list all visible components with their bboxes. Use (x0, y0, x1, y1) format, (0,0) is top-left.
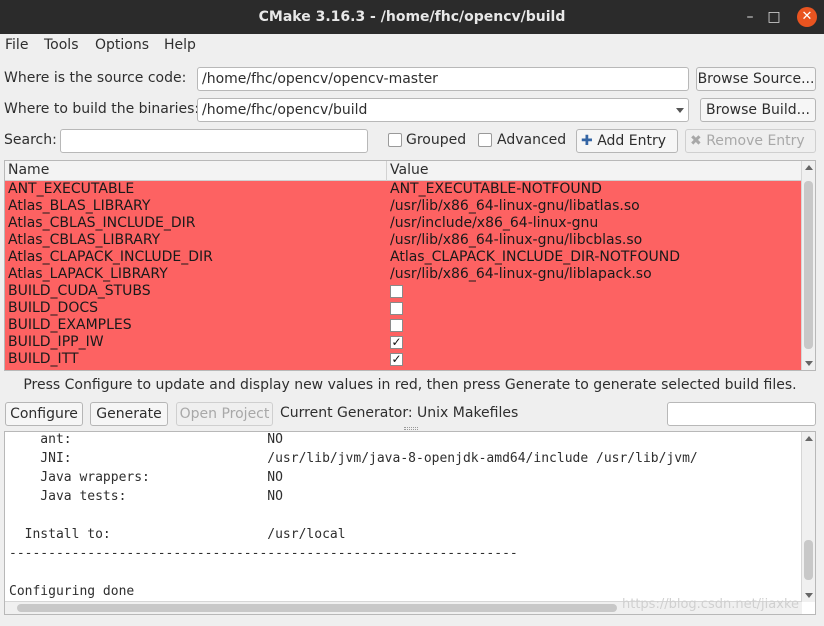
table-scrollbar[interactable] (801, 161, 815, 370)
hscroll-thumb[interactable] (17, 604, 617, 612)
search-label: Search: (4, 132, 57, 148)
advanced-checkbox[interactable] (478, 133, 492, 147)
table-body: ANT_EXECUTABLE ANT_EXECUTABLE-NOTFOUND At… (5, 181, 802, 370)
advanced-label: Advanced (497, 132, 567, 148)
generate-button[interactable]: Generate (90, 402, 168, 426)
maximize-icon[interactable]: □ (764, 7, 784, 27)
remove-icon: ✖ (690, 133, 702, 149)
source-path-input[interactable]: /home/fhc/opencv/opencv-master (197, 67, 689, 91)
scroll-thumb[interactable] (804, 181, 813, 349)
output-vscrollbar[interactable] (801, 432, 815, 602)
table-row[interactable]: BUILD_CUDA_STUBS (5, 283, 802, 300)
add-entry-label: Add Entry (597, 133, 666, 149)
menu-tools[interactable]: Tools (44, 37, 79, 53)
minimize-icon[interactable]: – (740, 7, 760, 27)
window-title: CMake 3.16.3 - /home/fhc/opencv/build (258, 9, 566, 25)
entry-name: BUILD_ITT (8, 351, 79, 367)
current-generator-label: Current Generator: Unix Makefiles (280, 405, 519, 421)
search-input[interactable] (60, 129, 368, 153)
entry-name: Atlas_CBLAS_LIBRARY (8, 232, 161, 248)
menu-file[interactable]: File (5, 37, 28, 53)
column-divider[interactable] (386, 161, 387, 181)
title-bar: CMake 3.16.3 - /home/fhc/opencv/build – … (0, 0, 824, 34)
log-line: JNI: /usr/lib/jvm/java-8-openjdk-amd64/i… (9, 451, 698, 466)
grouped-checkbox[interactable] (388, 133, 402, 147)
entry-name: BUILD_CUDA_STUBS (8, 283, 151, 299)
browse-build-button[interactable]: Browse Build... (700, 98, 816, 122)
entry-name: ANT_EXECUTABLE (8, 181, 135, 197)
scroll-down-icon[interactable] (805, 593, 813, 598)
entry-name: BUILD_DOCS (8, 300, 99, 316)
entry-value[interactable]: ANT_EXECUTABLE-NOTFOUND (390, 181, 602, 198)
table-row[interactable]: Atlas_LAPACK_LIBRARY/usr/lib/x86_64-linu… (5, 266, 802, 283)
column-header-name[interactable]: Name (8, 162, 49, 178)
table-header: Name Value (5, 161, 802, 181)
entry-name: BUILD_IPP_IW (8, 334, 104, 350)
grouped-label: Grouped (406, 132, 467, 148)
scroll-thumb[interactable] (804, 540, 813, 580)
remove-entry-button[interactable]: ✖ Remove Entry (685, 129, 816, 153)
entry-name: BUILD_EXAMPLES (8, 317, 132, 333)
open-project-button[interactable]: Open Project (176, 402, 273, 426)
build-label: Where to build the binaries: (4, 101, 200, 117)
build-path-value: /home/fhc/opencv/build (202, 102, 368, 118)
table-row[interactable]: Atlas_CLAPACK_INCLUDE_DIR Atlas_CLAPACK_I… (5, 249, 802, 266)
entry-checkbox[interactable] (390, 319, 403, 332)
log-line: ant: NO (9, 432, 283, 447)
scroll-down-icon[interactable] (805, 361, 813, 366)
output-log[interactable]: ant: NO JNI: /usr/lib/jvm/java-8-openjdk… (4, 431, 816, 615)
table-row[interactable]: Atlas_CBLAS_LIBRARY/usr/lib/x86_64-linux… (5, 232, 802, 249)
table-row[interactable]: BUILD_ITT ✓ (5, 351, 802, 368)
menu-bar: File Tools Options Help (0, 34, 824, 58)
source-label: Where is the source code: (4, 70, 187, 86)
entry-name: Atlas_BLAS_LIBRARY (8, 198, 151, 214)
log-line: ----------------------------------------… (9, 546, 518, 561)
entry-checkbox[interactable] (390, 285, 403, 298)
build-path-combo[interactable]: /home/fhc/opencv/build (197, 98, 689, 122)
watermark-text: https://blog.csdn.net/jiaxke (622, 597, 800, 612)
scroll-up-icon[interactable] (805, 165, 813, 170)
log-line: Java tests: NO (9, 489, 283, 504)
table-row[interactable]: Atlas_CBLAS_INCLUDE_DIR/usr/include/x86_… (5, 215, 802, 232)
entry-value[interactable]: /usr/lib/x86_64-linux-gnu/liblapack.so (390, 266, 652, 283)
configure-hint: Press Configure to update and display ne… (23, 377, 797, 393)
close-icon[interactable]: ✕ (797, 7, 817, 27)
output-search-input[interactable] (667, 402, 816, 426)
entry-checkbox[interactable]: ✓ (390, 336, 403, 349)
log-line: Configuring done (9, 584, 135, 599)
scroll-up-icon[interactable] (805, 436, 813, 441)
log-line: Java wrappers: NO (9, 470, 283, 485)
log-line: Install to: /usr/local (9, 527, 346, 542)
remove-entry-label: Remove Entry (706, 133, 805, 149)
add-entry-button[interactable]: ✚ Add Entry (576, 129, 678, 153)
table-row[interactable]: ANT_EXECUTABLE ANT_EXECUTABLE-NOTFOUND (5, 181, 802, 198)
configure-button[interactable]: Configure (5, 402, 83, 426)
table-row[interactable]: BUILD_DOCS (5, 300, 802, 317)
entry-value[interactable]: /usr/lib/x86_64-linux-gnu/libatlas.so (390, 198, 640, 215)
menu-options[interactable]: Options (95, 37, 149, 53)
entry-checkbox[interactable]: ✓ (390, 353, 403, 366)
menu-help[interactable]: Help (164, 37, 196, 53)
entry-name: Atlas_LAPACK_LIBRARY (8, 266, 168, 282)
column-header-value[interactable]: Value (390, 162, 428, 178)
table-row[interactable]: Atlas_BLAS_LIBRARY/usr/lib/x86_64-linux-… (5, 198, 802, 215)
table-row[interactable]: BUILD_EXAMPLES (5, 317, 802, 334)
table-row[interactable]: BUILD_IPP_IW ✓ (5, 334, 802, 351)
entry-value[interactable]: Atlas_CLAPACK_INCLUDE_DIR-NOTFOUND (390, 249, 680, 266)
entry-name: Atlas_CBLAS_INCLUDE_DIR (8, 215, 196, 231)
entry-value[interactable]: /usr/include/x86_64-linux-gnu (390, 215, 598, 232)
cache-table: Name Value ANT_EXECUTABLE ANT_EXECUTABLE-… (4, 160, 816, 371)
entry-value[interactable]: /usr/lib/x86_64-linux-gnu/libcblas.so (390, 232, 642, 249)
browse-source-button[interactable]: Browse Source... (696, 67, 816, 91)
entry-name: Atlas_CLAPACK_INCLUDE_DIR (8, 249, 213, 265)
plus-icon: ✚ (581, 133, 593, 149)
entry-checkbox[interactable] (390, 302, 403, 315)
chevron-down-icon[interactable] (676, 108, 684, 113)
splitter-handle[interactable] (404, 427, 418, 430)
